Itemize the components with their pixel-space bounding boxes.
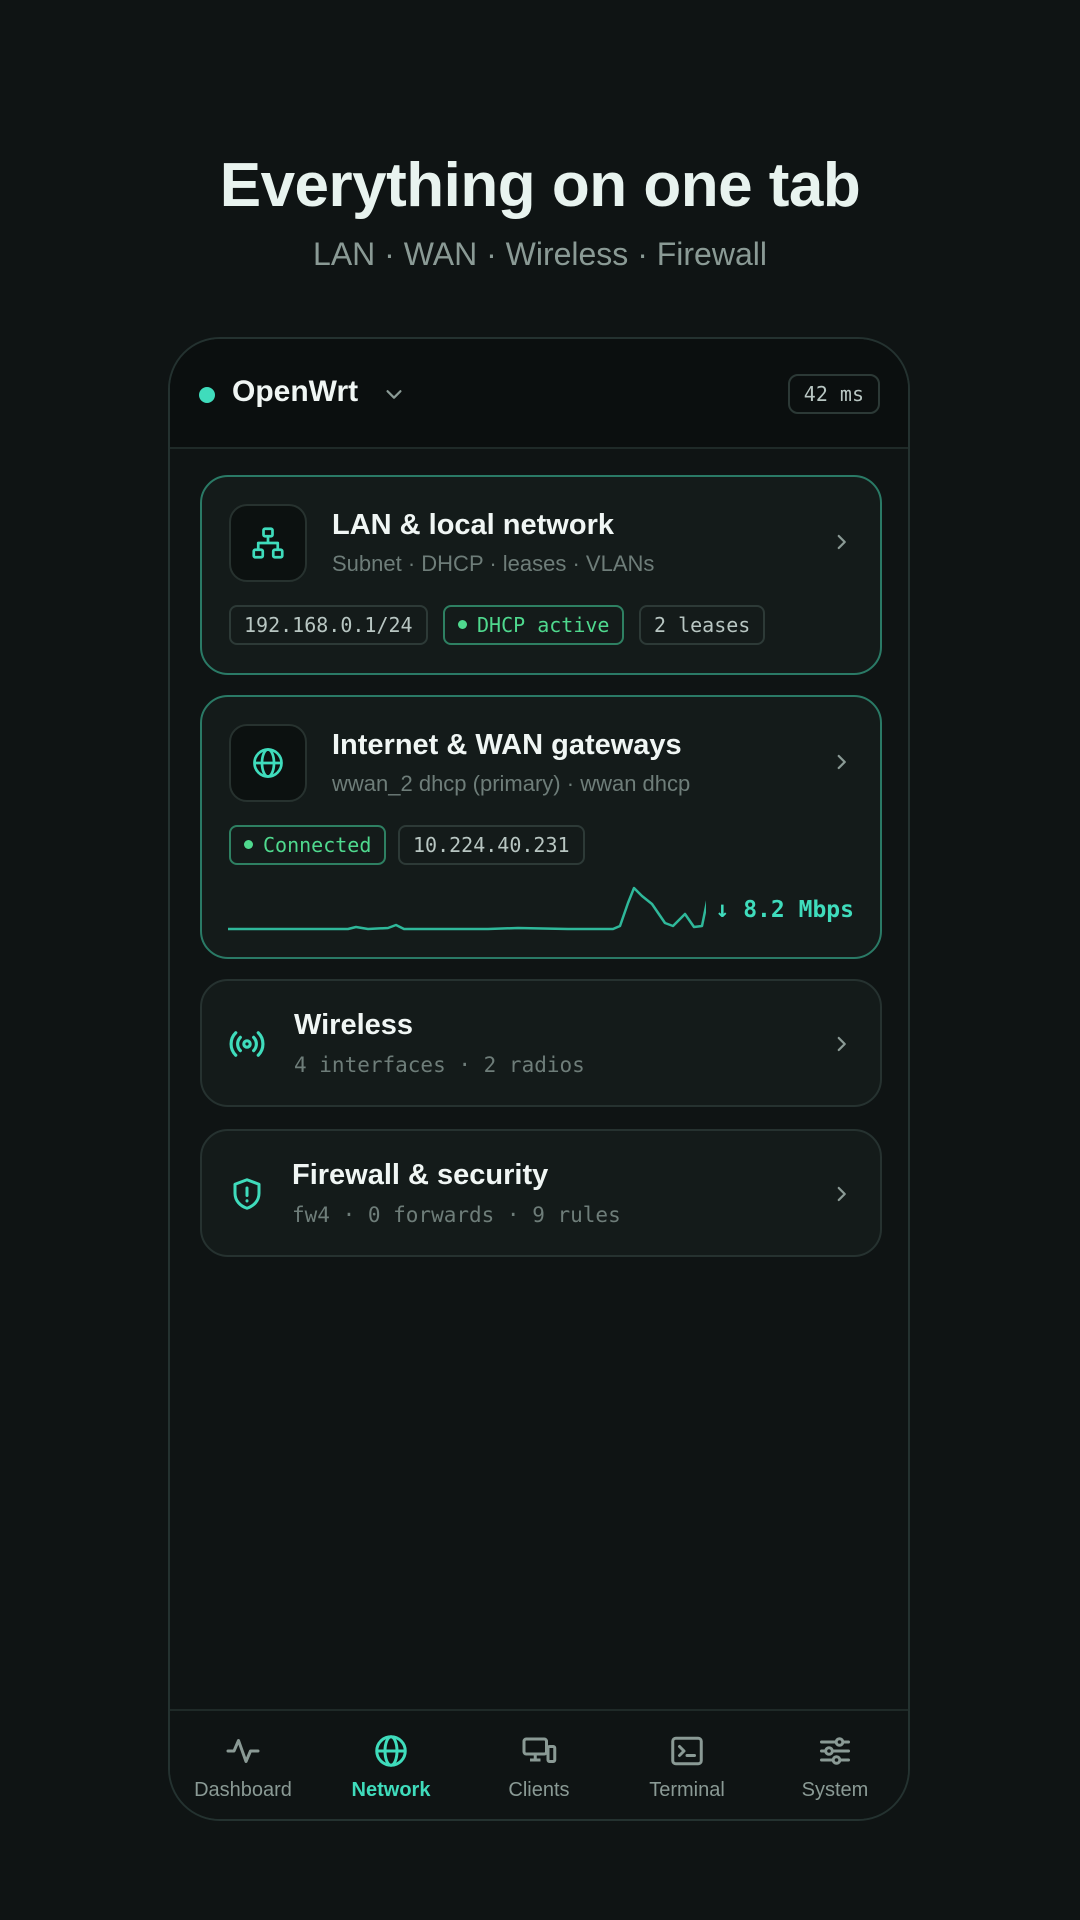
wan-card[interactable]: Internet & WAN gateways wwan_2 dhcp (pri… — [200, 695, 882, 959]
router-selector[interactable]: OpenWrt — [232, 375, 358, 409]
hero-title: Everything on one tab — [219, 151, 861, 220]
network-topology-icon — [229, 504, 307, 582]
connection-status-chip: Connected — [229, 825, 387, 865]
devices-icon — [522, 1737, 557, 1763]
nav-label: Network — [351, 1779, 431, 1801]
chevron-right-icon[interactable] — [832, 1035, 850, 1053]
nav-label: System — [801, 1779, 869, 1801]
nav-item-system[interactable]: System — [765, 1711, 905, 1819]
terminal-icon — [671, 1736, 703, 1766]
connection-status-label: Connected — [263, 833, 372, 857]
wan-ip-chip: 10.224.40.231 — [398, 825, 585, 865]
firewall-card[interactable]: Firewall & security fw4 · 0 forwards · 9… — [200, 1129, 882, 1257]
latency-badge: 42 ms — [787, 374, 880, 414]
status-dot — [199, 387, 215, 403]
chevron-right-icon[interactable] — [832, 533, 850, 551]
subnet-chip: 192.168.0.1/24 — [229, 605, 428, 645]
nav-label: Terminal — [649, 1779, 725, 1801]
chevron-down-icon[interactable] — [383, 383, 405, 405]
bottom-nav: Dashboard Network Clients Terminal Syste… — [170, 1709, 908, 1819]
wireless-subtitle: 4 interfaces · 2 radios — [294, 1053, 585, 1077]
phone-frame: OpenWrt 42 ms LAN & local network Subnet… — [168, 337, 910, 1821]
firewall-title: Firewall & security — [292, 1159, 549, 1191]
firewall-subtitle: fw4 · 0 forwards · 9 rules — [292, 1203, 621, 1227]
lan-subtitle: Subnet · DHCP · leases · VLANs — [332, 551, 655, 576]
dhcp-status-label: DHCP active — [477, 613, 610, 637]
shield-alert-icon — [233, 1178, 261, 1210]
nav-label: Clients — [508, 1779, 570, 1801]
globe-icon — [375, 1735, 407, 1767]
globe-icon — [229, 724, 307, 802]
lan-card[interactable]: LAN & local network Subnet · DHCP · leas… — [200, 475, 882, 675]
wan-title: Internet & WAN gateways — [332, 729, 682, 761]
activity-icon — [226, 1739, 260, 1763]
hero-subtitle: LAN · WAN · Wireless · Firewall — [313, 236, 767, 272]
wireless-title: Wireless — [294, 1009, 414, 1041]
wan-subtitle: wwan_2 dhcp (primary) · wwan dhcp — [332, 771, 691, 796]
status-dot — [244, 840, 253, 849]
top-bar: OpenWrt 42 ms — [170, 339, 908, 449]
sliders-icon — [820, 1737, 850, 1765]
nav-label: Dashboard — [194, 1779, 292, 1801]
nav-item-terminal[interactable]: Terminal — [617, 1711, 757, 1819]
chevron-right-icon[interactable] — [832, 753, 850, 771]
nav-item-dashboard[interactable]: Dashboard — [173, 1711, 313, 1819]
traffic-sparkline — [228, 886, 706, 931]
chevron-right-icon[interactable] — [832, 1185, 850, 1203]
download-speed: ↓ 8.2 Mbps — [715, 897, 854, 923]
wireless-broadcast-icon — [229, 1031, 265, 1057]
lan-title: LAN & local network — [332, 509, 614, 541]
dhcp-status-chip: DHCP active — [443, 605, 625, 645]
wireless-card[interactable]: Wireless 4 interfaces · 2 radios — [200, 979, 882, 1107]
nav-item-network[interactable]: Network — [321, 1711, 461, 1819]
status-dot — [458, 620, 467, 629]
nav-item-clients[interactable]: Clients — [469, 1711, 609, 1819]
leases-chip: 2 leases — [639, 605, 766, 645]
